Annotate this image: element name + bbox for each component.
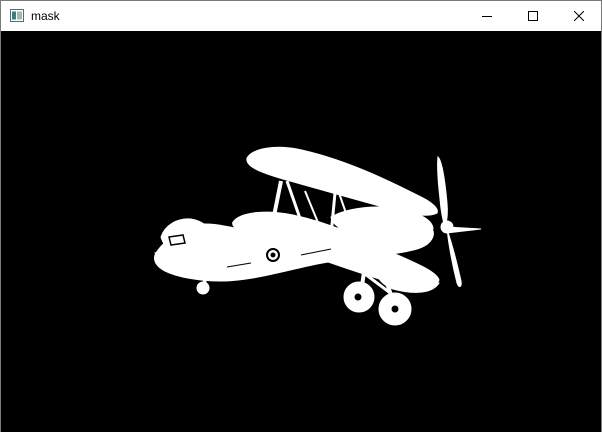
title-bar[interactable]: mask <box>1 1 601 31</box>
maximize-icon <box>528 11 538 21</box>
mask-canvas <box>1 31 601 432</box>
app-icon <box>10 9 24 22</box>
close-icon <box>574 11 584 21</box>
minimize-button[interactable] <box>464 1 510 31</box>
mask-window: mask <box>0 0 602 432</box>
maximize-button[interactable] <box>510 1 556 31</box>
close-button[interactable] <box>556 1 602 31</box>
biplane-mask-image <box>154 146 482 326</box>
window-title: mask <box>31 9 60 23</box>
minimize-icon <box>482 16 492 17</box>
